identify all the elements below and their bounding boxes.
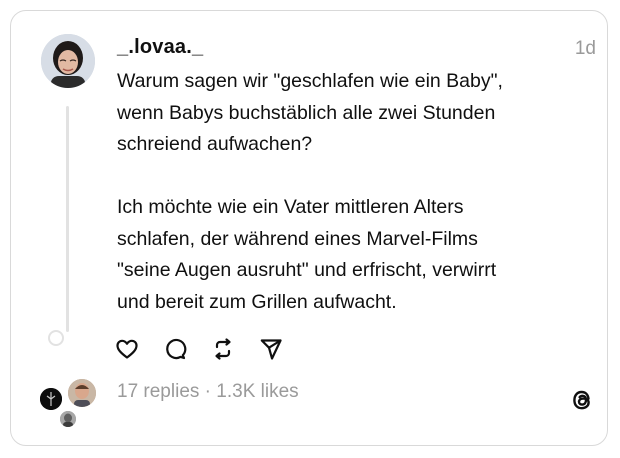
share-icon	[260, 339, 282, 360]
username[interactable]: _.lovaa._	[117, 36, 203, 59]
share-button[interactable]	[258, 336, 284, 362]
heart-icon	[116, 339, 138, 359]
repost-button[interactable]	[210, 336, 236, 362]
thread-curl	[48, 330, 64, 346]
replier-avatar[interactable]	[66, 377, 98, 409]
thread-line	[66, 106, 69, 332]
comment-icon	[166, 338, 187, 360]
timestamp: 1d	[574, 38, 596, 59]
repost-icon	[215, 338, 231, 360]
post-stats: 17 replies · 1.3K likes	[117, 381, 299, 403]
likes-count[interactable]: 1.3K likes	[216, 381, 298, 402]
reply-button[interactable]	[162, 336, 188, 362]
post-text: Warum sagen wir "geschlafen wie ein Baby…	[117, 70, 503, 313]
replies-count[interactable]: 17 replies	[117, 381, 199, 402]
threads-logo-icon[interactable]	[568, 386, 596, 414]
replier-avatar[interactable]	[38, 386, 64, 412]
like-button[interactable]	[114, 336, 140, 362]
action-bar	[114, 334, 306, 364]
author-avatar[interactable]	[41, 34, 95, 88]
replier-avatar[interactable]	[58, 409, 78, 429]
stats-separator: ·	[204, 381, 211, 402]
